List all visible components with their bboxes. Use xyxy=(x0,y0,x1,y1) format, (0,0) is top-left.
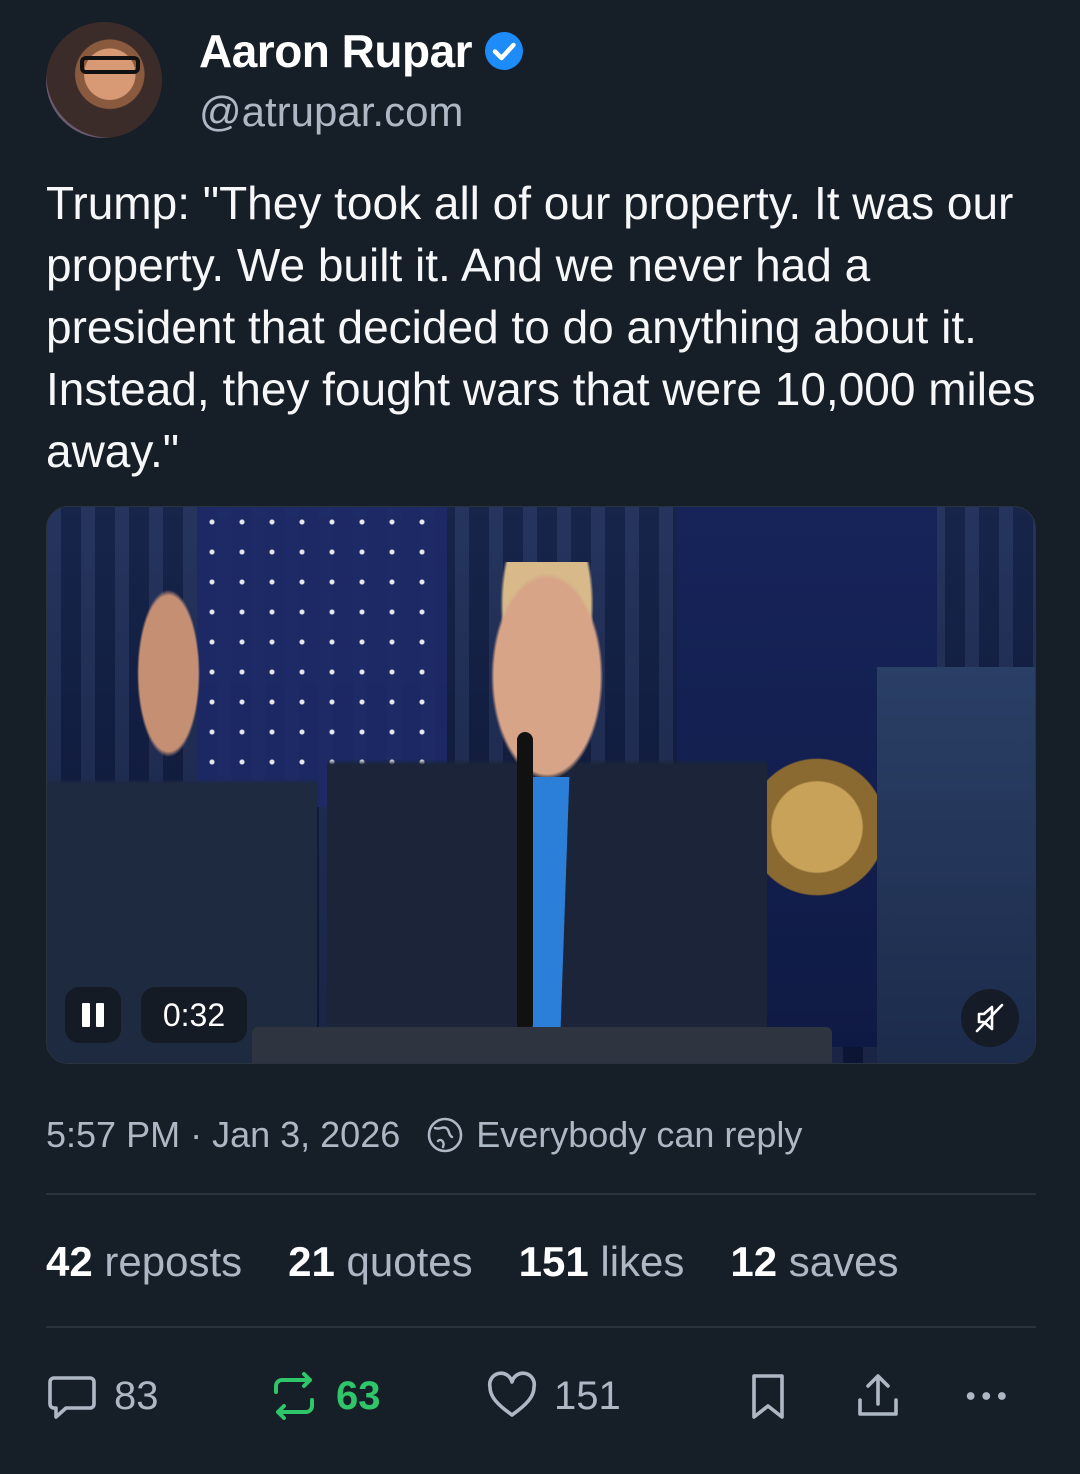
stat-reposts[interactable]: 42 reposts xyxy=(46,1238,242,1286)
share-icon xyxy=(858,1374,898,1416)
stat-likes[interactable]: 151 likes xyxy=(519,1238,685,1286)
globe-icon xyxy=(427,1117,463,1153)
unmute-button[interactable] xyxy=(961,989,1019,1047)
like-button[interactable]: 151 xyxy=(486,1370,621,1422)
stat-quotes-label: quotes xyxy=(346,1238,473,1285)
ellipsis-icon xyxy=(966,1392,1006,1400)
podium xyxy=(252,1027,832,1063)
stat-saves[interactable]: 12 saves xyxy=(730,1238,898,1286)
stat-likes-count: 151 xyxy=(518,1238,589,1285)
pause-icon xyxy=(82,1003,90,1027)
more-options-button[interactable] xyxy=(962,1370,1014,1422)
engagement-stats: 42 reposts 21 quotes 151 likes 12 saves xyxy=(46,1238,945,1286)
divider xyxy=(46,1193,1036,1195)
like-count: 151 xyxy=(554,1373,621,1418)
display-name[interactable]: Aaron Rupar xyxy=(199,24,473,78)
microphone xyxy=(517,732,533,1032)
repost-count: 63 xyxy=(336,1373,381,1418)
avatar[interactable] xyxy=(46,22,162,138)
stat-quotes[interactable]: 21 quotes xyxy=(288,1238,473,1286)
reply-button[interactable]: 83 xyxy=(46,1370,159,1422)
share-button[interactable] xyxy=(852,1370,904,1422)
post-header: Aaron Rupar @atrupar.com xyxy=(46,22,1036,140)
stat-saves-count: 12 xyxy=(730,1238,778,1285)
repost-button[interactable]: 63 xyxy=(268,1370,381,1422)
post-time[interactable]: 5:57 PM xyxy=(46,1114,180,1156)
handle[interactable]: @atrupar.com xyxy=(199,88,463,136)
stat-saves-label: saves xyxy=(788,1238,899,1285)
verified-badge-icon xyxy=(485,32,524,70)
heart-icon xyxy=(487,1371,537,1417)
video-player[interactable]: 0:32 xyxy=(46,506,1036,1064)
action-bar: 83 63 151 xyxy=(46,1370,1036,1426)
divider xyxy=(46,1326,1036,1328)
bookmark-icon xyxy=(752,1374,784,1419)
stat-reposts-count: 42 xyxy=(46,1238,93,1285)
reply-count: 83 xyxy=(114,1373,159,1418)
bookmark-button[interactable] xyxy=(742,1370,794,1422)
post-text: Trump: "They took all of our property. I… xyxy=(46,177,1049,477)
post-meta: 5:57 PM · Jan 3, 2026 Everybody can repl… xyxy=(46,1114,802,1156)
avatar-glasses xyxy=(80,56,140,74)
post-date[interactable]: Jan 3, 2026 xyxy=(212,1114,400,1156)
reply-icon xyxy=(48,1376,96,1419)
repost-icon xyxy=(274,1372,314,1420)
name-row: Aaron Rupar xyxy=(199,24,524,78)
pause-button[interactable] xyxy=(65,987,121,1043)
stat-likes-label: likes xyxy=(600,1238,685,1285)
video-time: 0:32 xyxy=(141,987,247,1043)
meta-separator: · xyxy=(190,1114,203,1155)
muted-speaker-icon xyxy=(975,1003,1004,1033)
stat-reposts-label: reposts xyxy=(104,1238,243,1285)
stat-quotes-count: 21 xyxy=(288,1238,335,1285)
pause-icon-bar xyxy=(96,1003,104,1027)
reply-setting[interactable]: Everybody can reply xyxy=(476,1114,802,1156)
